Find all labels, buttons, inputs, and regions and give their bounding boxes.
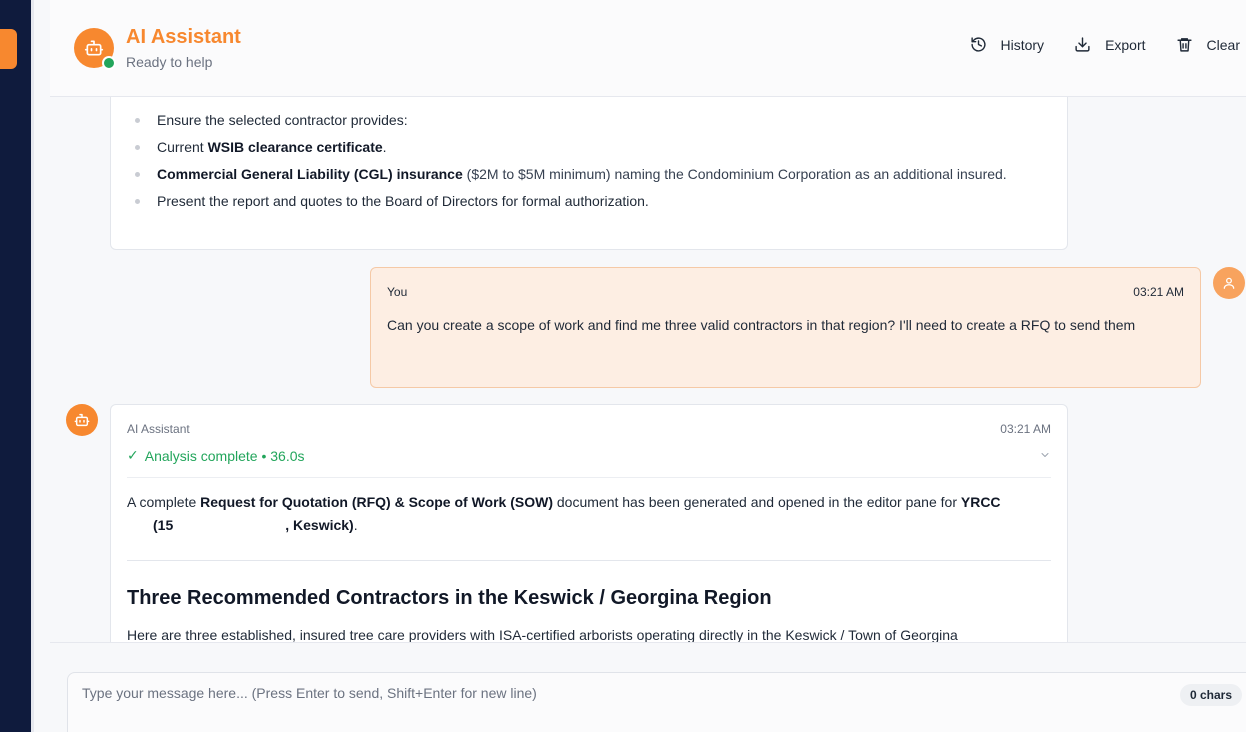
chat-header: AI Assistant Ready to help History Expor… — [50, 0, 1246, 97]
divider — [127, 560, 1051, 561]
bullet-text: Ensure the selected contractor provides: — [157, 112, 408, 128]
header-actions: History Export Clear — [970, 36, 1240, 53]
history-icon — [970, 37, 986, 52]
assistant-status: Ready to help — [126, 54, 213, 70]
assistant-message: AI Assistant 03:21 AM ✓ Analysis complet… — [110, 404, 1068, 642]
para-text: A complete — [127, 494, 201, 510]
char-count-badge: 0 chars — [1179, 684, 1242, 706]
message-timestamp: 03:21 AM — [1000, 422, 1051, 436]
message-paragraph: A complete Request for Quotation (RFQ) &… — [127, 491, 1053, 537]
assistant-message-avatar — [66, 404, 98, 436]
user-message: You 03:21 AM Can you create a scope of w… — [370, 267, 1201, 388]
bullet-text: . — [382, 139, 387, 155]
bullet-text: Current — [157, 139, 208, 155]
previous-assistant-message: Ensure the selected contractor provides:… — [110, 97, 1068, 250]
message-author: AI Assistant — [127, 422, 190, 436]
sidebar-toggle-tab[interactable] — [0, 29, 17, 69]
download-icon — [1075, 37, 1090, 52]
bullet-bold: WSIB clearance certificate — [207, 139, 383, 155]
list-item: Commercial General Liability (CGL) insur… — [135, 161, 1055, 188]
history-button[interactable]: History — [970, 36, 1045, 53]
divider — [127, 477, 1051, 478]
para-bold: , Keswick) — [285, 517, 354, 533]
composer-area: 0 chars — [50, 642, 1246, 732]
trash-icon — [1176, 38, 1192, 52]
clear-button[interactable]: Clear — [1176, 36, 1240, 53]
export-button[interactable]: Export — [1074, 36, 1146, 53]
analysis-status-text: Analysis complete • 36.0s — [144, 447, 305, 464]
message-text: Can you create a scope of work and find … — [387, 317, 1136, 333]
sidebar-rail — [0, 0, 31, 732]
list-item: Current WSIB clearance certificate. — [135, 134, 1055, 161]
para-bold: (15 — [153, 517, 174, 533]
chat-messages[interactable]: Ensure the selected contractor provides:… — [50, 97, 1246, 642]
history-label: History — [1000, 36, 1045, 53]
robot-icon — [84, 40, 104, 56]
message-input[interactable] — [67, 672, 1246, 732]
user-icon — [1223, 277, 1235, 289]
section-heading: Three Recommended Contractors in the Kes… — [127, 587, 772, 609]
bullet-bold: Commercial General Liability (CGL) insur… — [157, 166, 463, 182]
requirements-list: Ensure the selected contractor provides:… — [135, 107, 1055, 215]
robot-icon — [74, 413, 90, 427]
online-status-dot — [102, 56, 116, 70]
check-icon: ✓ — [127, 447, 139, 463]
bullet-text: ($2M to $5M minimum) naming the Condomin… — [462, 166, 1007, 182]
bullet-text: Present the report and quotes to the Boa… — [157, 193, 649, 209]
list-item: Ensure the selected contractor provides: — [135, 107, 1055, 134]
export-label: Export — [1105, 36, 1146, 53]
section-text: Here are three established, insured tree… — [127, 627, 958, 642]
message-timestamp: 03:21 AM — [1133, 285, 1184, 299]
sidebar-divider — [31, 0, 34, 732]
user-avatar — [1213, 267, 1245, 299]
list-item: Present the report and quotes to the Boa… — [135, 188, 1055, 215]
para-bold: YRCC — [960, 494, 1001, 510]
para-text: . — [353, 517, 358, 533]
para-bold: Request for Quotation (RFQ) & Scope of W… — [200, 494, 553, 510]
app-root: AI Assistant Ready to help History Expor… — [0, 0, 1246, 732]
message-author: You — [387, 285, 408, 299]
analysis-status-toggle[interactable]: ✓ Analysis complete • 36.0s — [127, 447, 305, 464]
chevron-down-icon[interactable] — [1039, 449, 1051, 461]
para-text: document has been generated and opened i… — [553, 494, 961, 510]
clear-label: Clear — [1206, 36, 1240, 53]
assistant-title: AI Assistant — [126, 26, 241, 48]
